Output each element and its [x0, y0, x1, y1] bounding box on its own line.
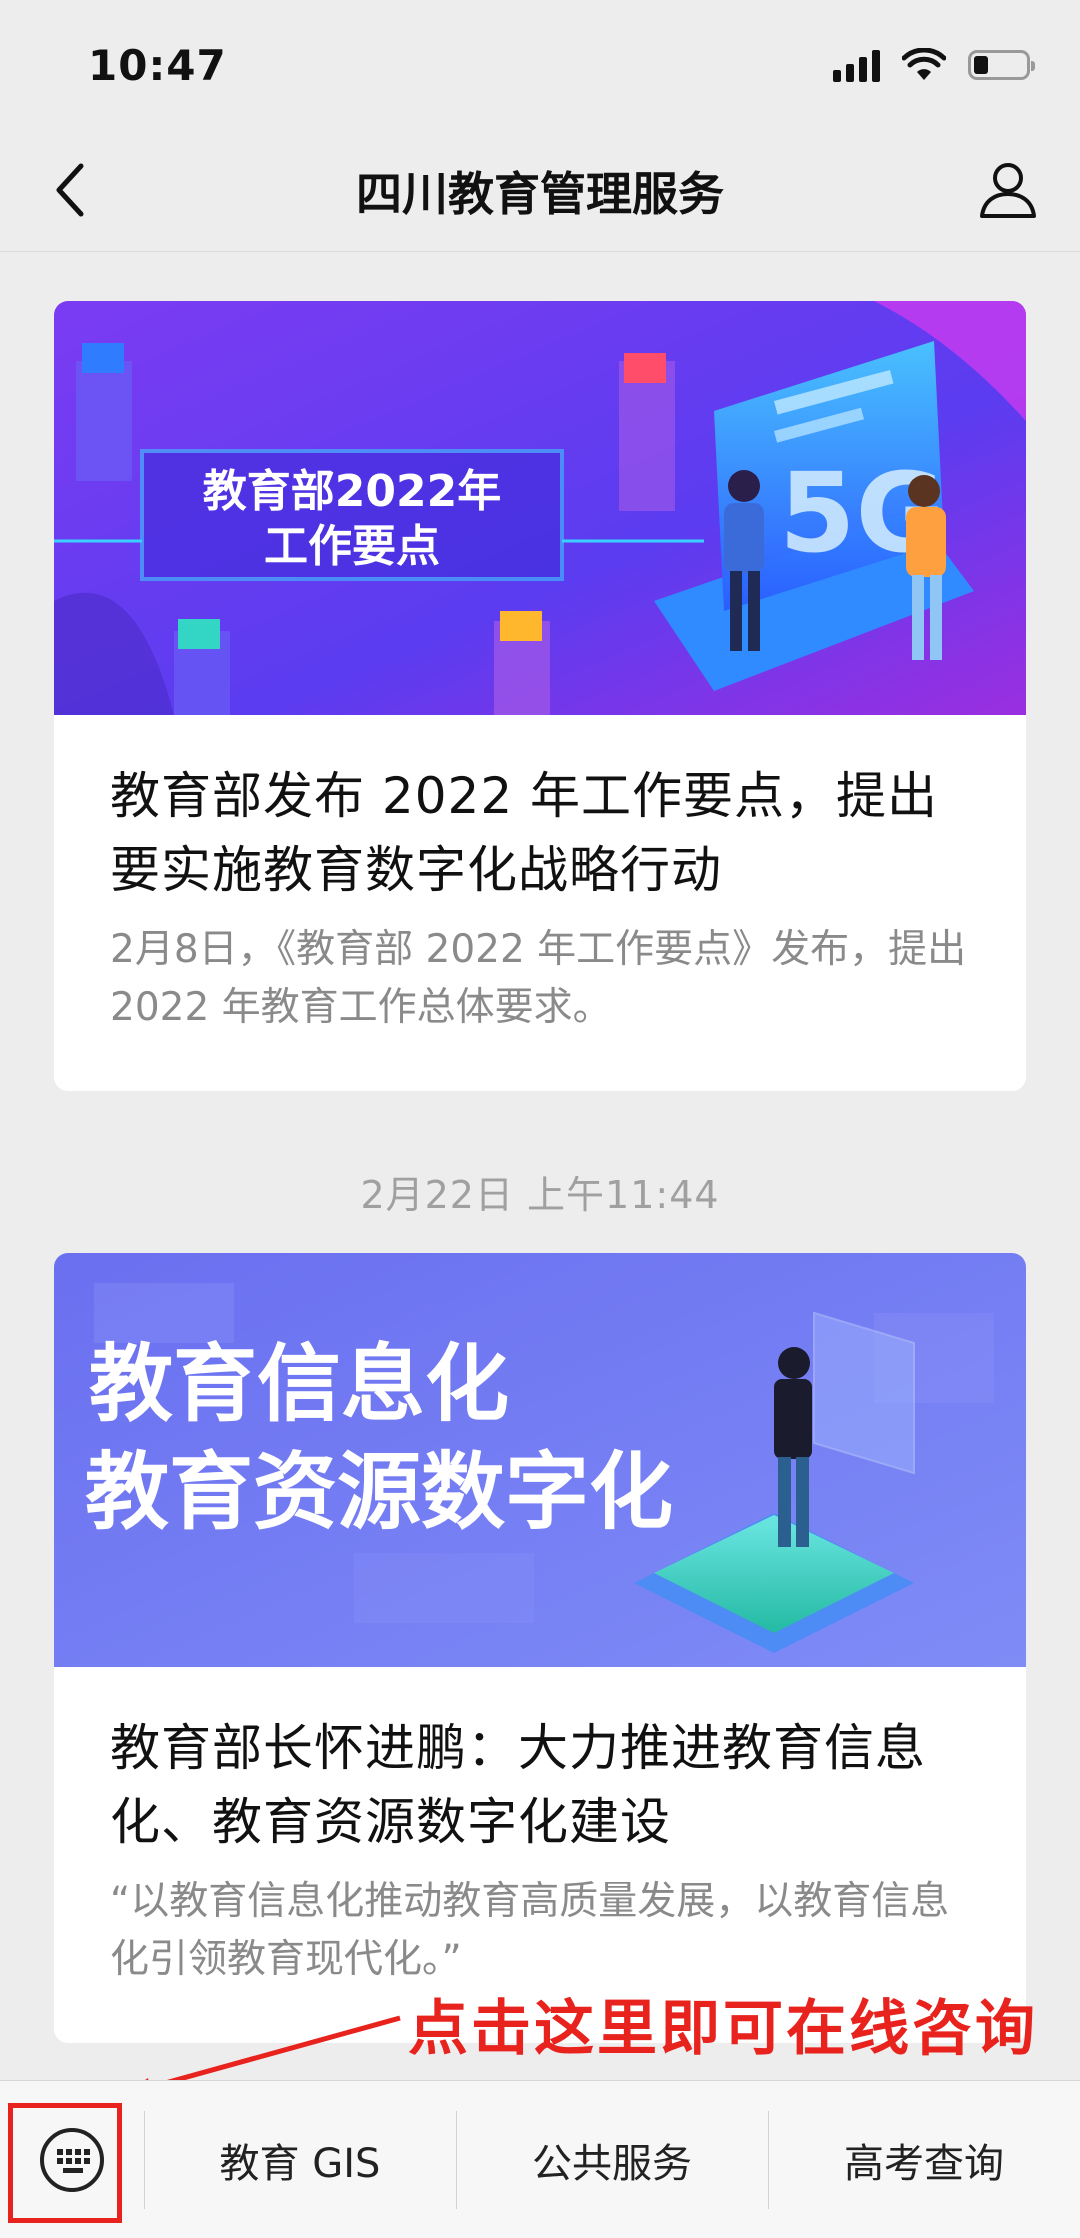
status-bar: 10:47 [0, 0, 1080, 130]
back-button[interactable] [40, 160, 100, 220]
menu-item-gis[interactable]: 教育 GIS [144, 2081, 456, 2238]
article-title[interactable]: 教育部长怀进鹏：大力推进教育信息化、教育资源数字化建设 [110, 1711, 970, 1859]
person-icon [980, 163, 1036, 218]
profile-button[interactable] [976, 158, 1040, 222]
banner-line-2: 工作要点 [264, 521, 440, 572]
article-banner: 教育信息化 教育资源数字化 [54, 1253, 1026, 1667]
battery-icon [968, 50, 1035, 80]
article-body: 教育部长怀进鹏：大力推进教育信息化、教育资源数字化建设 “以教育信息化推动教育高… [54, 1667, 1026, 1989]
menu-item-gaokao-query[interactable]: 高考查询 [768, 2081, 1080, 2238]
article-title[interactable]: 教育部发布 2022 年工作要点，提出要实施教育数字化战略行动 [110, 759, 970, 907]
message-feed[interactable]: 5G 教育部2022年 工作要点 教育部发布 2022 年工作要点，提出要实施教… [0, 253, 1080, 2080]
banner-illustration: 教育信息化 教育资源数字化 [54, 1253, 1026, 1667]
status-time: 10:47 [88, 40, 227, 90]
article-summary: 2月8日，《教育部 2022 年工作要点》发布，提出 2022 年教育工作总体要… [110, 927, 967, 1030]
wifi-icon [902, 48, 946, 80]
keyboard-toggle-button[interactable] [0, 2081, 144, 2238]
banner-line-1: 教育信息化 [89, 1335, 509, 1433]
message-timestamp: 2月22日 上午11:44 [360, 1173, 720, 1217]
page-title: 四川教育管理服务 [356, 166, 724, 221]
article-summary: “以教育信息化推动教育高质量发展，以教育信息化引领教育现代化。” [110, 1879, 950, 1982]
article-card[interactable]: 5G 教育部2022年 工作要点 教育部发布 2022 年工作要点，提出要实施教… [54, 301, 1026, 1091]
banner-illustration: 5G 教育部2022年 工作要点 [54, 301, 1026, 715]
article-body: 教育部发布 2022 年工作要点，提出要实施教育数字化战略行动 2月8日，《教育… [54, 715, 1026, 1037]
bottom-menu: 教育 GIS 公共服务 高考查询 [0, 2080, 1080, 2238]
cellular-signal-icon [833, 48, 880, 82]
menu-item-public-service[interactable]: 公共服务 [456, 2081, 768, 2238]
banner-line-1: 教育部2022年 [203, 466, 501, 517]
nav-bar: 四川教育管理服务 [0, 130, 1080, 252]
status-icons [833, 48, 1035, 82]
article-banner: 5G 教育部2022年 工作要点 [54, 301, 1026, 715]
chevron-left-icon [56, 163, 84, 217]
banner-line-2: 教育资源数字化 [85, 1443, 673, 1541]
article-card[interactable]: 教育信息化 教育资源数字化 教育部长怀进鹏：大力推进教育信息化、教育资源数字化建… [54, 1253, 1026, 2043]
annotation-highlight-box [8, 2103, 122, 2223]
annotation-label: 点击这里即可在线咨询 [408, 1994, 1038, 2064]
